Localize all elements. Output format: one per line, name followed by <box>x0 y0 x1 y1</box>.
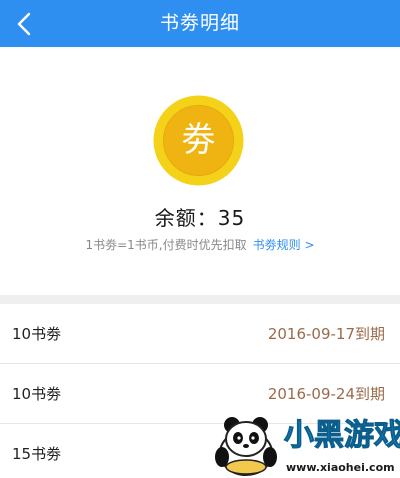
top-bar: 书劵明细 <box>0 0 400 47</box>
section-divider <box>0 295 400 304</box>
coupon-rules-link[interactable]: 书劵规则 > <box>253 238 315 252</box>
svg-text:小黑游戏: 小黑游戏 <box>284 418 400 453</box>
list-item: 10书劵 2016-09-17到期 <box>0 304 400 364</box>
exchange-note-text: 1书劵=1书币,付费时优先扣取 <box>85 238 247 252</box>
svg-text:www.xiaohei.com: www.xiaohei.com <box>286 461 395 474</box>
coupon-amount: 15书劵 <box>12 445 62 463</box>
balance-label: 余额： <box>154 206 218 230</box>
coin-glyph: 劵 <box>181 120 216 160</box>
panda-mascot-icon <box>215 417 277 476</box>
brand-lettering: 小黑游戏 www.xiaohei.com <box>284 418 400 475</box>
watermark-logo: 小黑游戏 www.xiaohei.com <box>200 405 400 478</box>
coupon-coin-icon: 劵 <box>153 95 244 186</box>
exchange-note: 1书劵=1书币,付费时优先扣取 书劵规则 > <box>0 236 400 253</box>
balance-value: 35 <box>217 206 246 230</box>
coupon-expiry: 2016-09-17到期 <box>267 325 385 343</box>
balance-summary: 劵 余额：35 1书劵=1书币,付费时优先扣取 书劵规则 > <box>0 47 400 295</box>
coupon-amount: 10书劵 <box>12 385 62 403</box>
page-title: 书劵明细 <box>159 12 240 34</box>
coupon-amount: 10书劵 <box>12 325 62 343</box>
balance: 余额：35 <box>0 202 400 231</box>
